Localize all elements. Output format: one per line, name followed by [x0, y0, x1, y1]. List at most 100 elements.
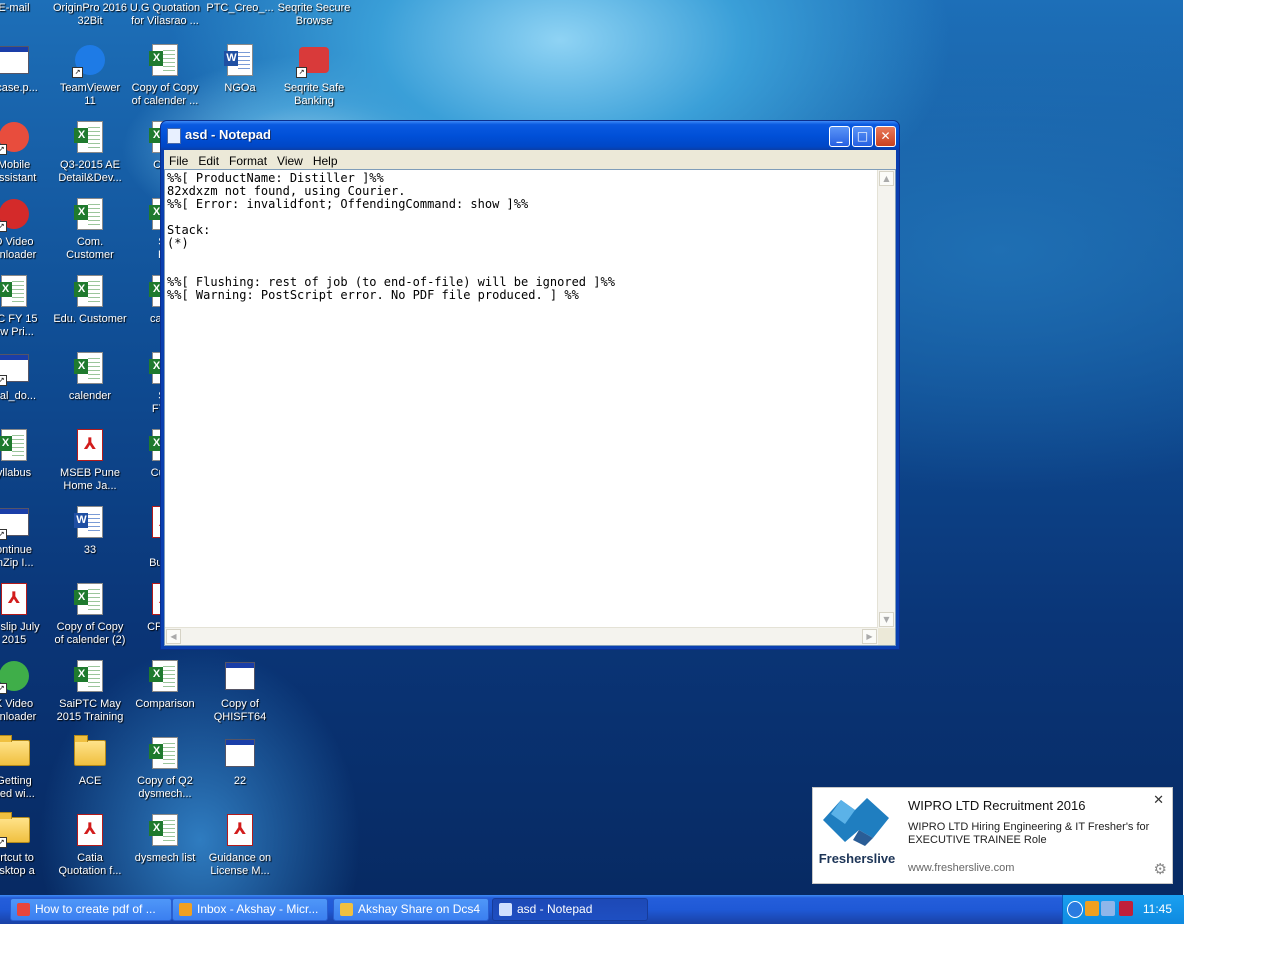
desktop-icon[interactable]: X SaiPTC May 2015 Training: [52, 660, 128, 724]
antivirus-icon[interactable]: [1119, 901, 1133, 916]
desktop-icon[interactable]: ↗ TeamViewer 11: [52, 44, 128, 108]
desktop-icon[interactable]: ⅄ Catia Quotation f...: [52, 814, 128, 878]
menu-view[interactable]: View: [272, 151, 308, 168]
outlook-tray-icon[interactable]: [1085, 901, 1099, 916]
tray-expand-icon[interactable]: [1067, 901, 1083, 918]
word-file-icon: W: [74, 506, 106, 538]
desktop-icon-label: Seqrite Safe Banking: [283, 82, 345, 107]
desktop-icon[interactable]: X Q3-2015 AE Detail&Dev...: [52, 121, 128, 185]
maximize-button[interactable]: □: [852, 126, 873, 147]
program-icon: ↗: [0, 352, 30, 386]
desktop-icon-label: Catia Quotation f...: [58, 852, 122, 877]
excel-file-icon: X: [74, 660, 106, 692]
desktop-icon-label: ical_do...: [0, 390, 37, 402]
desktop-icon-label: Copy of QHISFT64: [213, 698, 267, 723]
program-icon: [224, 737, 256, 769]
desktop-icon[interactable]: ⅄ Guidance on License M...: [202, 814, 278, 878]
desktop-icon[interactable]: X Comparison: [127, 660, 203, 711]
taskbar-button[interactable]: asd - Notepad: [492, 898, 648, 921]
close-button[interactable]: ✕: [875, 126, 896, 147]
scroll-down-icon[interactable]: ▼: [879, 612, 894, 627]
desktop-icon[interactable]: X Copy of Q2 dysmech...: [127, 737, 203, 801]
taskbar-button[interactable]: Akshay Share on Dcs4: [333, 898, 489, 921]
taskbar: How to create pdf of ... Inbox - Akshay -…: [0, 895, 1184, 924]
desktop-icon-label: Getting rted wi...: [0, 775, 35, 800]
desktop-icon[interactable]: Xcalender: [52, 352, 128, 403]
desktop-icon[interactable]: X Copy of Copy of calender (2): [52, 583, 128, 647]
app-icon: ↗: [0, 660, 30, 694]
program-icon: [0, 44, 30, 76]
scroll-right-icon[interactable]: ▶: [862, 629, 877, 644]
notification-popup[interactable]: Fresherslive WIPRO LTD Recruitment 2016 …: [812, 787, 1173, 884]
excel-file-icon: X: [74, 198, 106, 230]
menu-edit[interactable]: Edit: [193, 151, 224, 168]
desktop-icon[interactable]: X TC FY 15 ew Pri...: [0, 275, 52, 339]
editor-content[interactable]: %%[ ProductName: Distiller ]%% 82xdxzm n…: [167, 172, 877, 627]
text-editor[interactable]: %%[ ProductName: Distiller ]%% 82xdxzm n…: [164, 169, 896, 646]
clock[interactable]: 11:45: [1143, 902, 1172, 916]
desktop-icon[interactable]: X Com. Customer: [52, 198, 128, 262]
desktop-icon-label: Copy of Q2 dysmech...: [137, 775, 193, 800]
desktop-icon-label: E-mail: [0, 2, 30, 14]
program-icon: [224, 660, 256, 692]
excel-file-icon: X: [74, 352, 106, 384]
desktop-icon-label: Mobile Assistant: [0, 159, 37, 184]
desktop-icon[interactable]: ⅄ ry slip July 2015: [0, 583, 52, 647]
desktop-icon[interactable]: _case.p...: [0, 44, 52, 95]
scroll-left-icon[interactable]: ◀: [166, 629, 181, 644]
desktop-icon[interactable]: ↗ Mobile Assistant: [0, 121, 52, 185]
resize-grip-icon[interactable]: [878, 628, 895, 645]
desktop-icon[interactable]: Copy of QHISFT64: [202, 660, 278, 724]
notification-url[interactable]: www.fresherslive.com: [908, 862, 1014, 874]
network-icon[interactable]: [1101, 901, 1115, 916]
notepad-window[interactable]: asd - Notepad _ □ ✕ File Edit Format View He…: [160, 120, 900, 650]
desktop-icon-label: U.G Quotation for Vilasrao ...: [129, 2, 201, 27]
taskbar-button[interactable]: How to create pdf of ...: [10, 898, 172, 921]
desktop-icon[interactable]: Xdysmech list: [127, 814, 203, 865]
desktop-icon[interactable]: X Copy of Copy of calender ...: [127, 44, 203, 108]
desktop-icon[interactable]: X Edu. Customer: [52, 275, 128, 326]
taskbar-button[interactable]: Inbox - Akshay - Micr...: [172, 898, 328, 921]
desktop-icon[interactable]: Seqrite Secure Browse: [276, 2, 352, 28]
excel-file-icon: X: [149, 814, 181, 846]
desktop-icon[interactable]: W 33: [52, 506, 128, 557]
taskbar-button-label: Inbox - Akshay - Micr...: [197, 902, 319, 916]
desktop-icon[interactable]: ACE: [52, 735, 128, 788]
desktop-icon[interactable]: ↗ ontinue inZip I...: [0, 506, 52, 570]
scroll-up-icon[interactable]: ▲: [879, 171, 894, 186]
menu-file[interactable]: File: [164, 151, 193, 168]
gear-icon[interactable]: ⚙: [1154, 860, 1167, 878]
pdf-file-icon: ⅄: [74, 814, 106, 846]
close-icon[interactable]: ✕: [1153, 793, 1164, 808]
horizontal-scrollbar[interactable]: ◀ ▶: [165, 627, 878, 645]
desktop-icon[interactable]: OriginPro 2016 32Bit: [52, 2, 128, 28]
taskbar-button-label: Akshay Share on Dcs4: [358, 902, 481, 916]
minimize-button[interactable]: _: [829, 126, 850, 147]
notification-body[interactable]: WIPRO LTD Hiring Engineering & IT Freshe…: [908, 821, 1158, 847]
desktop-icon[interactable]: ↗ ical_do...: [0, 352, 52, 403]
desktop-icon[interactable]: ↗ D Video wnloader: [0, 198, 52, 262]
title-bar[interactable]: asd - Notepad _ □ ✕: [161, 121, 899, 150]
desktop-icon-label: ontinue inZip I...: [0, 544, 34, 569]
desktop-icon[interactable]: 22: [202, 737, 278, 788]
notification-title[interactable]: WIPRO LTD Recruitment 2016: [908, 798, 1085, 813]
menu-help[interactable]: Help: [308, 151, 343, 168]
desktop-icon[interactable]: ⅄ MSEB Pune Home Ja...: [52, 429, 128, 493]
desktop-icon[interactable]: U.G Quotation for Vilasrao ...: [127, 2, 203, 28]
desktop-icon-label: Seqrite Secure Browse: [277, 2, 351, 27]
taskbar-button-label: asd - Notepad: [517, 902, 593, 916]
desktop-icon[interactable]: Getting rted wi...: [0, 735, 52, 801]
excel-file-icon: X: [74, 583, 106, 615]
desktop-icon[interactable]: W NGOa: [202, 44, 278, 95]
program-icon: ↗: [0, 506, 30, 540]
desktop-icon-label: yllabus: [0, 467, 32, 479]
desktop-icon[interactable]: E-mail: [0, 2, 52, 15]
menu-format[interactable]: Format: [224, 151, 272, 168]
desktop-icon[interactable]: Xyllabus: [0, 429, 52, 480]
desktop-icon[interactable]: PTC_Creo_...: [202, 2, 278, 15]
desktop-icon[interactable]: ↗ K Video wnloader: [0, 660, 52, 724]
vertical-scrollbar[interactable]: ▲ ▼: [877, 170, 895, 628]
desktop-icon[interactable]: ↗ ortcut to esktop a: [0, 812, 52, 878]
pdf-file-icon: ⅄: [224, 814, 256, 846]
desktop-icon[interactable]: ↗ Seqrite Safe Banking: [276, 44, 352, 108]
